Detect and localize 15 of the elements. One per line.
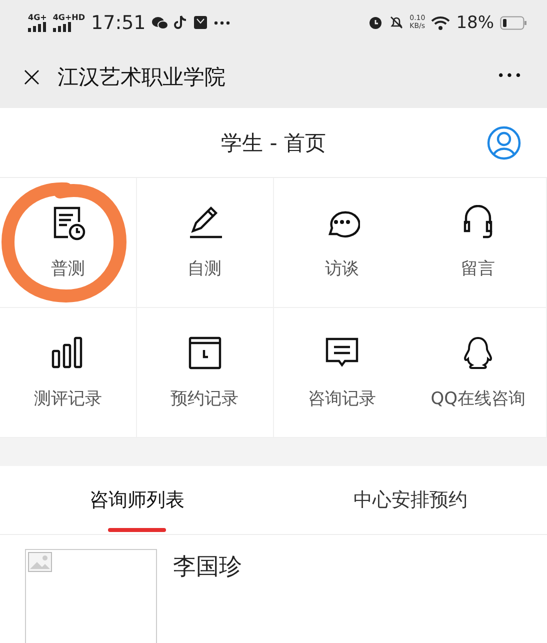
clock-time: 17:51	[91, 12, 146, 34]
network-label: 4G+	[28, 14, 47, 22]
menu-tile[interactable]: 预约记录	[136, 308, 274, 438]
page-title: 江汉艺术职业学院	[57, 64, 226, 90]
menu-tile[interactable]: 自测	[136, 178, 274, 308]
menu-tile[interactable]: 留言	[410, 178, 547, 308]
header-title: 学生 - 首页	[221, 130, 326, 156]
close-button[interactable]: ×	[14, 60, 50, 93]
menu-tile[interactable]: QQ在线咨询	[410, 308, 547, 438]
more-button[interactable]: •••	[490, 68, 529, 85]
battery-percent: 18%	[456, 12, 494, 32]
menu-tile[interactable]: 测评记录	[0, 308, 137, 438]
menu-tile[interactable]: 普测	[0, 178, 137, 308]
network-label: 4G+HD	[52, 14, 86, 22]
counselor-name: 李国珍	[173, 553, 242, 582]
